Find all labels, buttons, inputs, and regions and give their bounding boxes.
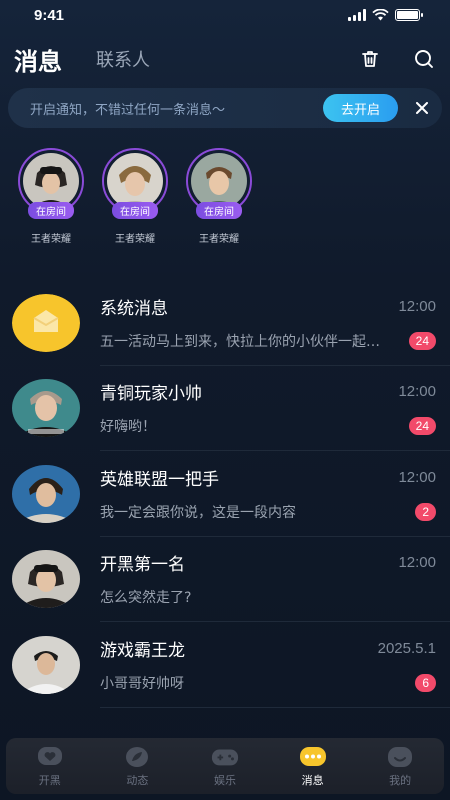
tab-entertainment[interactable]: 娱乐 bbox=[195, 745, 255, 788]
story-name: 王者荣耀 bbox=[31, 234, 71, 245]
avatar bbox=[12, 464, 80, 523]
gamepad-icon bbox=[211, 745, 239, 769]
header: 消息 联系人 bbox=[0, 30, 450, 88]
message-dots-icon bbox=[299, 745, 327, 769]
conversation-row-system[interactable]: 系统消息 12:00 五一活动马上到来，快拉上你的小伙伴一起参加吧 24 bbox=[0, 280, 450, 366]
conversation-row[interactable]: 青铜玩家小帅 12:00 好嗨哟！ 24 bbox=[0, 366, 450, 451]
conversation-preview: 五一活动马上到来，快拉上你的小伙伴一起参加吧 bbox=[100, 333, 390, 350]
heart-chat-icon bbox=[36, 745, 64, 769]
signal-icon bbox=[348, 9, 366, 21]
tab-label: 动态 bbox=[126, 773, 149, 787]
avatar bbox=[12, 550, 80, 609]
tab-label: 开黑 bbox=[38, 773, 61, 787]
unread-badge: 24 bbox=[408, 417, 436, 436]
story-ring: 在房间 bbox=[18, 148, 84, 219]
conversation-body: 系统消息 12:00 五一活动马上到来，快拉上你的小伙伴一起参加吧 24 bbox=[100, 280, 450, 366]
close-icon[interactable] bbox=[414, 100, 430, 116]
conversation-body: 英雄联盟一把手 12:00 我一定会跟你说，这是一段内容 2 bbox=[100, 451, 450, 537]
conversation-name: 开黑第一名 bbox=[100, 555, 185, 576]
conversation-row[interactable]: 英雄联盟一把手 12:00 我一定会跟你说，这是一段内容 2 bbox=[0, 451, 450, 537]
status-bar: 9:41 bbox=[0, 0, 450, 30]
conversation-preview: 怎么突然走了? bbox=[100, 590, 192, 607]
trash-icon[interactable] bbox=[358, 47, 382, 71]
avatar bbox=[23, 153, 79, 209]
story-item[interactable]: 在房间 王者荣耀 bbox=[186, 148, 252, 278]
conversation-name: 青铜玩家小帅 bbox=[100, 384, 202, 405]
story-ring: 在房间 bbox=[102, 148, 168, 219]
tab-profile[interactable]: 我的 bbox=[370, 745, 430, 788]
conversation-name: 系统消息 bbox=[100, 298, 168, 319]
online-friends-row: 在房间 王者荣耀 在房间 王者荣耀 在房间 王者荣耀 bbox=[0, 128, 450, 278]
conversation-row[interactable]: 游戏霸王龙 2025.5.1 小哥哥好帅呀 6 bbox=[0, 622, 450, 708]
conversation-preview: 我一定会跟你说，这是一段内容 bbox=[100, 504, 296, 521]
battery-icon bbox=[395, 9, 423, 21]
avatar bbox=[107, 153, 163, 209]
unread-badge: 2 bbox=[415, 502, 436, 521]
tab-label: 娱乐 bbox=[213, 773, 236, 787]
conversation-name: 游戏霸王龙 bbox=[100, 640, 185, 661]
story-badge: 在房间 bbox=[112, 202, 158, 219]
tab-messages-nav[interactable]: 消息 bbox=[283, 745, 343, 788]
story-name: 王者荣耀 bbox=[115, 234, 155, 245]
unread-badge: 6 bbox=[415, 673, 436, 692]
status-time: 9:41 bbox=[34, 6, 65, 24]
notification-banner: 开启通知，不错过任何一条消息～ 去开启 bbox=[8, 88, 442, 128]
conversation-body: 青铜玩家小帅 12:00 好嗨哟！ 24 bbox=[100, 366, 450, 451]
status-icons bbox=[348, 9, 423, 21]
tab-contacts[interactable]: 联系人 bbox=[96, 46, 150, 72]
conversation-preview: 好嗨哟！ bbox=[100, 419, 156, 436]
conversation-time: 12:00 bbox=[398, 297, 436, 315]
conversation-body: 开黑第一名 12:00 怎么突然走了? bbox=[100, 537, 450, 622]
story-item[interactable]: 在房间 王者荣耀 bbox=[18, 148, 84, 278]
notification-text: 开启通知，不错过任何一条消息～ bbox=[30, 102, 226, 118]
avatar bbox=[191, 153, 247, 209]
story-ring: 在房间 bbox=[186, 148, 252, 219]
story-badge: 在房间 bbox=[196, 202, 242, 219]
unread-badge: 24 bbox=[408, 331, 436, 350]
tab-label: 消息 bbox=[301, 773, 324, 787]
tab-kaihei[interactable]: 开黑 bbox=[20, 745, 80, 788]
system-avatar bbox=[12, 293, 80, 352]
search-icon[interactable] bbox=[412, 47, 436, 71]
conversation-preview: 小哥哥好帅呀 bbox=[100, 675, 184, 692]
wifi-icon bbox=[372, 9, 389, 21]
story-item[interactable]: 在房间 王者荣耀 bbox=[102, 148, 168, 278]
avatar bbox=[12, 379, 80, 438]
tab-label: 我的 bbox=[389, 773, 412, 787]
leaf-icon bbox=[123, 745, 151, 769]
avatar bbox=[12, 635, 80, 694]
conversation-body: 游戏霸王龙 2025.5.1 小哥哥好帅呀 6 bbox=[100, 622, 450, 708]
bottom-tab-bar: 开黑 动态 娱乐 消息 我的 bbox=[6, 738, 444, 794]
conversation-time: 12:00 bbox=[398, 383, 436, 401]
tab-messages[interactable]: 消息 bbox=[14, 42, 62, 77]
enable-notification-button[interactable]: 去开启 bbox=[322, 94, 398, 122]
conversation-time: 12:00 bbox=[398, 468, 436, 486]
conversation-time: 2025.5.1 bbox=[377, 639, 436, 657]
smile-face-icon bbox=[386, 745, 414, 769]
story-badge: 在房间 bbox=[28, 202, 74, 219]
conversation-list: 系统消息 12:00 五一活动马上到来，快拉上你的小伙伴一起参加吧 24 青铜玩… bbox=[0, 280, 450, 708]
conversation-name: 英雄联盟一把手 bbox=[100, 469, 219, 490]
header-actions bbox=[358, 47, 436, 71]
story-name: 王者荣耀 bbox=[199, 234, 239, 245]
conversation-time: 12:00 bbox=[398, 554, 436, 572]
tab-moments[interactable]: 动态 bbox=[107, 745, 167, 788]
conversation-row[interactable]: 开黑第一名 12:00 怎么突然走了? bbox=[0, 537, 450, 622]
